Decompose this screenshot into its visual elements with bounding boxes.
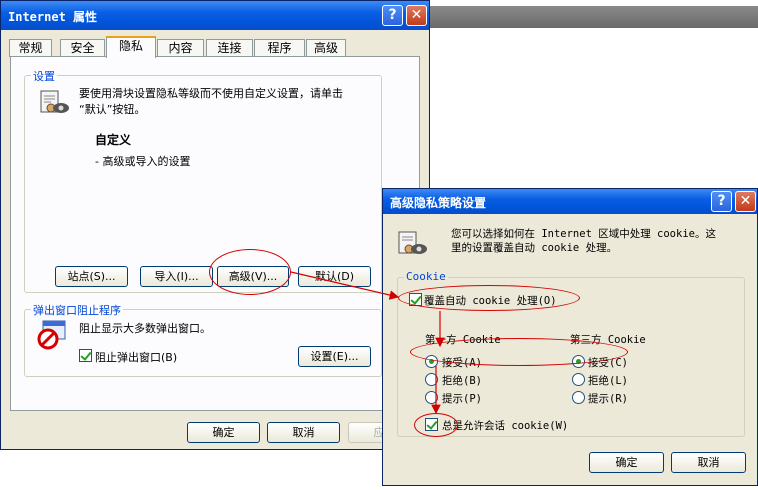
tab-privacy[interactable]: 隐私 bbox=[106, 36, 156, 58]
annotation-arrows bbox=[290, 271, 445, 415]
